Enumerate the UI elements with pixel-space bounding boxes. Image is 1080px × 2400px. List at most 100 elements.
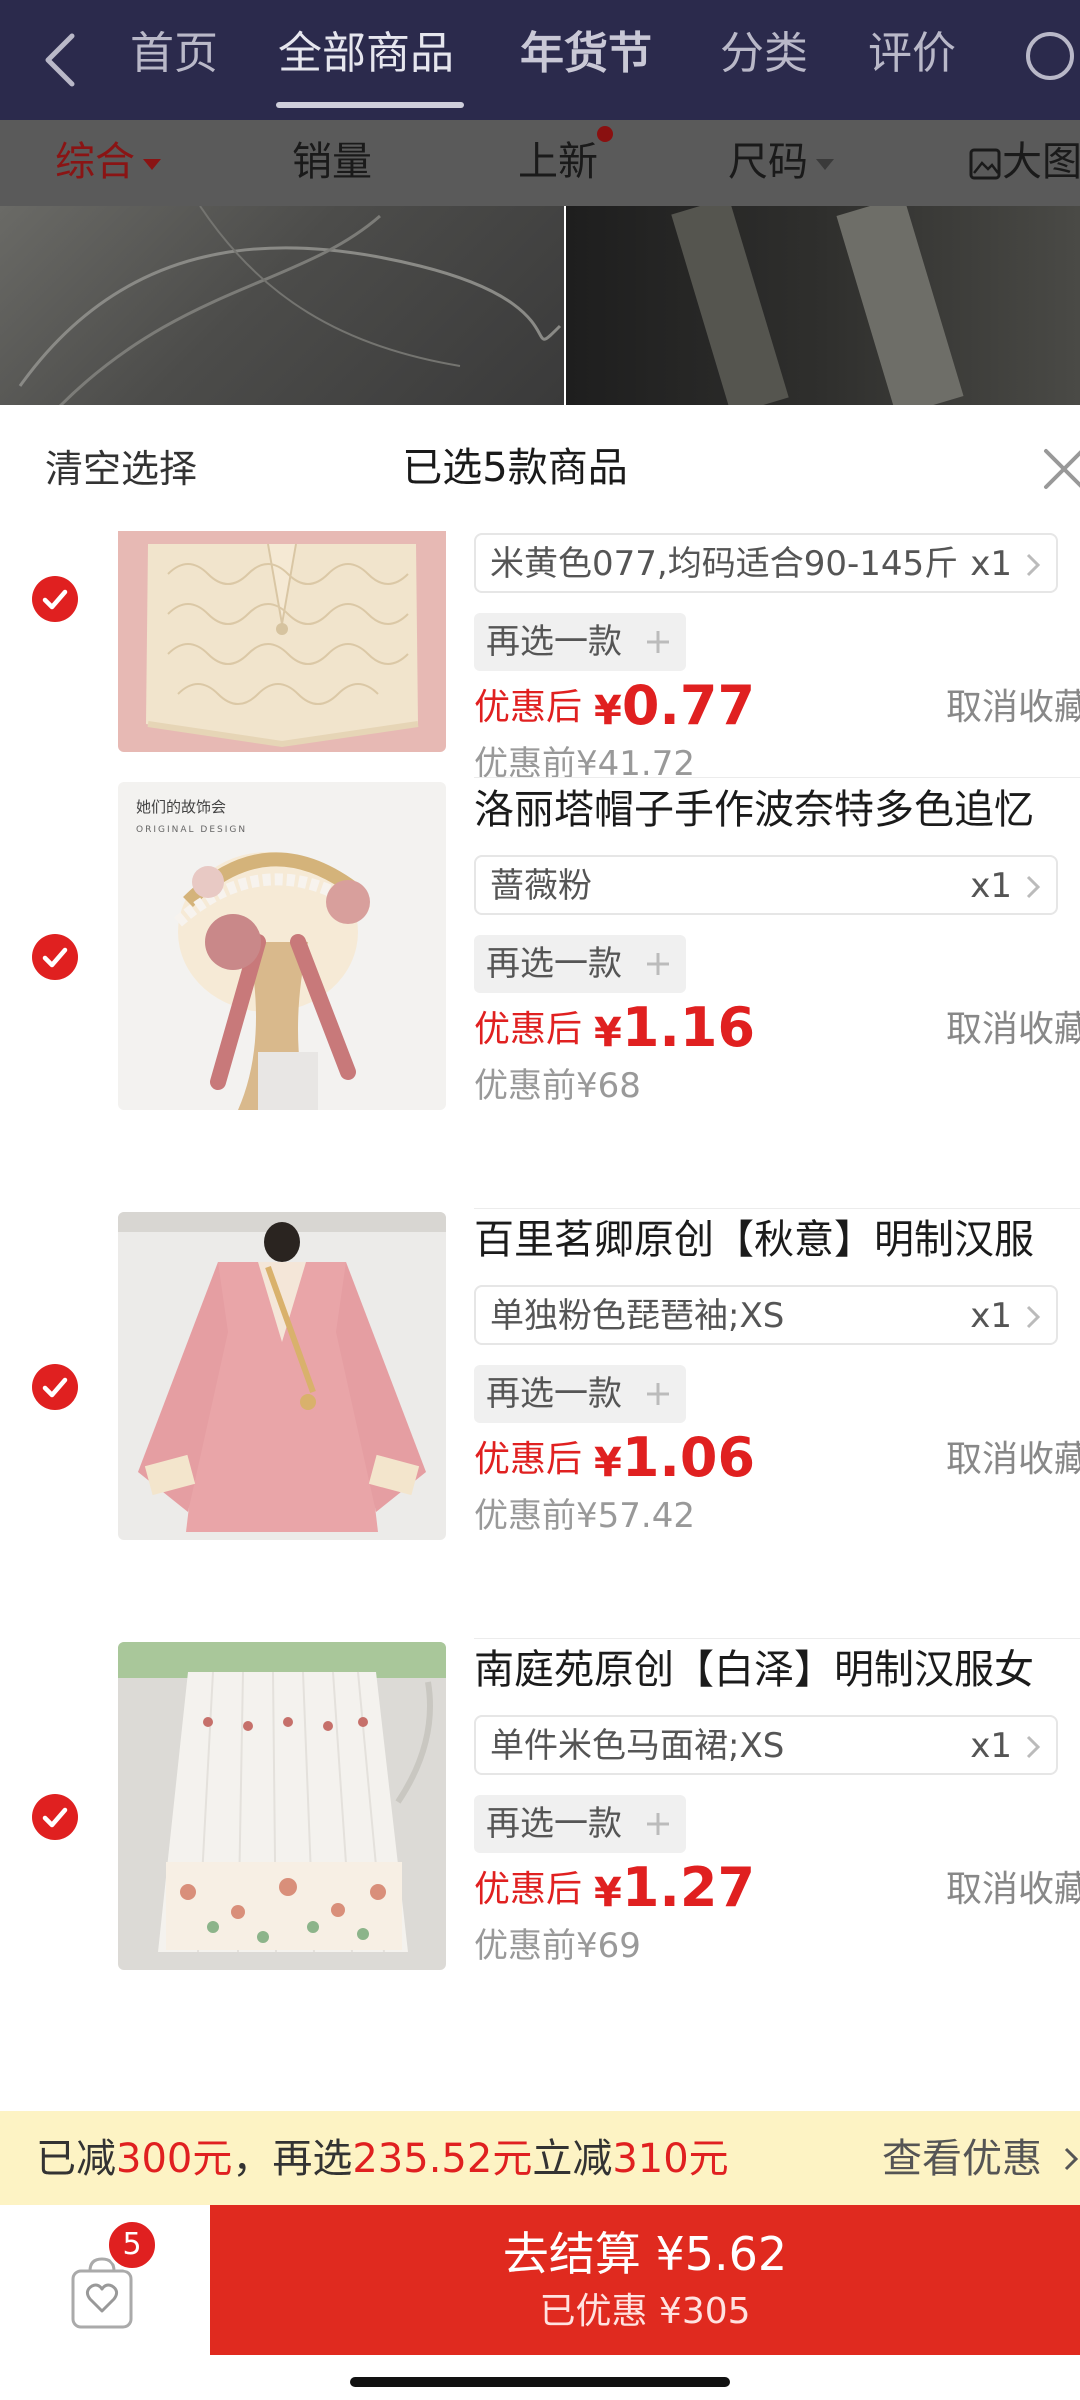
- product-title[interactable]: 南庭苑原创【白泽】明制汉服女: [474, 1642, 1034, 1698]
- cancel-favorite-button[interactable]: 取消收藏: [946, 1005, 1080, 1055]
- chevron-right-icon: [1026, 875, 1041, 899]
- product-thumbnail[interactable]: 她们的故饰会 ORIGINAL DESIGN: [118, 782, 446, 1110]
- reselect-button[interactable]: 再选一款: [474, 1365, 686, 1423]
- checkmark-icon: [42, 947, 68, 968]
- filter-comprehensive[interactable]: 综合: [55, 132, 161, 192]
- sku-text: 单独粉色琵琶袖;XS: [490, 1296, 785, 1336]
- quantity-text: x1: [970, 1726, 1012, 1766]
- discounted-price: ¥0.77: [594, 674, 756, 737]
- sheet-title: 已选5款商品: [402, 445, 628, 491]
- quantity-text: x1: [970, 866, 1012, 906]
- lolita-bonnet-image: 她们的故饰会 ORIGINAL DESIGN: [118, 782, 446, 1110]
- caret-down-icon: [143, 158, 161, 170]
- list-item[interactable]: 米黄色077,均码适合90-145斤 x1 再选一款 优惠后 ¥0.77 取消收…: [0, 531, 1080, 784]
- plus-icon: [647, 1383, 669, 1405]
- checked-checkbox[interactable]: [32, 576, 78, 622]
- thumb-brand-subtext: ORIGINAL DESIGN: [136, 825, 247, 835]
- checkmark-icon: [42, 1807, 68, 1828]
- nav-tab-all-products[interactable]: 全部商品: [278, 24, 454, 84]
- back-arrow-icon[interactable]: [38, 30, 88, 90]
- chevron-right-icon[interactable]: [1062, 2145, 1080, 2173]
- search-icon[interactable]: [1020, 28, 1080, 88]
- checkout-button[interactable]: 去结算 ¥5.62 已优惠 ¥305: [210, 2205, 1080, 2355]
- cancel-favorite-button[interactable]: 取消收藏: [946, 683, 1080, 733]
- reselect-label: 再选一款: [486, 1804, 622, 1844]
- home-indicator: [350, 2377, 730, 2387]
- product-thumbnail[interactable]: [118, 1212, 446, 1540]
- close-icon[interactable]: [1040, 445, 1080, 493]
- list-item[interactable]: 南庭苑原创【白泽】明制汉服女 单件米色马面裙;XS x1 再选一款 优惠后 ¥1…: [0, 1638, 1080, 2068]
- chevron-right-icon: [1026, 1305, 1041, 1329]
- selection-sheet: 清空选择 已选5款商品 米黄色077,均码适合90-145斤 x1 再选一款 优…: [0, 405, 1080, 2400]
- nav-tab-home[interactable]: 首页: [130, 24, 218, 84]
- filter-newest[interactable]: 上新: [518, 132, 598, 192]
- sku-text: 蔷薇粉: [490, 866, 592, 906]
- discounted-price: ¥1.27: [594, 1856, 756, 1919]
- product-thumbnail[interactable]: [118, 1642, 446, 1970]
- checked-checkbox[interactable]: [32, 1794, 78, 1840]
- active-tab-underline: [276, 102, 464, 108]
- sheet-header: 清空选择 已选5款商品: [0, 405, 1080, 531]
- list-item[interactable]: 百里茗卿原创【秋意】明制汉服 单独粉色琵琶袖;XS x1 再选一款 优惠后 ¥1…: [0, 1208, 1080, 1639]
- reselect-label: 再选一款: [486, 622, 622, 662]
- sku-text: 米黄色077,均码适合90-145斤: [490, 544, 959, 584]
- nav-tab-reviews[interactable]: 评价: [868, 24, 956, 84]
- reselect-button[interactable]: 再选一款: [474, 935, 686, 993]
- product-title[interactable]: 洛丽塔帽子手作波奈特多色追忆: [474, 782, 1034, 838]
- chevron-right-icon: [1026, 553, 1041, 577]
- image-view-icon: [969, 148, 1001, 180]
- caret-down-icon: [816, 158, 834, 170]
- original-price: 优惠前¥57.42: [474, 1496, 695, 1536]
- checkmark-icon: [42, 589, 68, 610]
- reselect-label: 再选一款: [486, 944, 622, 984]
- checked-checkbox[interactable]: [32, 934, 78, 980]
- sku-selector[interactable]: 蔷薇粉 x1: [474, 855, 1058, 915]
- reselect-button[interactable]: 再选一款: [474, 1795, 686, 1853]
- discount-promo-bar: 已减300元，再选235.52元立减310元 查看优惠: [0, 2111, 1080, 2205]
- thumb-brand-text: 她们的故饰会: [136, 798, 226, 816]
- product-title[interactable]: 百里茗卿原创【秋意】明制汉服: [474, 1212, 1034, 1268]
- chevron-right-icon: [1026, 1735, 1041, 1759]
- filter-sales[interactable]: 销量: [292, 132, 372, 192]
- checkout-total: 去结算 ¥5.62: [502, 2227, 788, 2281]
- selected-items-list: 米黄色077,均码适合90-145斤 x1 再选一款 优惠后 ¥0.77 取消收…: [0, 531, 1080, 2111]
- quantity-text: x1: [970, 1296, 1012, 1336]
- filter-bar: 综合 销量 上新 尺码 大图: [0, 120, 1080, 206]
- quantity-text: x1: [970, 544, 1012, 584]
- discounted-price-label: 优惠后: [474, 1009, 583, 1050]
- original-price: 优惠前¥68: [474, 1066, 641, 1106]
- nav-tab-new-year-festival[interactable]: 年货节: [520, 24, 652, 84]
- discounted-price-label: 优惠后: [474, 1869, 583, 1910]
- store-nav-bar: 首页 全部商品 年货节 分类 评价: [0, 0, 1080, 120]
- filter-large-image[interactable]: 大图: [968, 132, 1080, 192]
- discounted-price: ¥1.16: [594, 996, 756, 1059]
- checkout-discount: 已优惠 ¥305: [539, 2291, 751, 2332]
- view-discount-link[interactable]: 查看优惠: [882, 2131, 1042, 2187]
- reselect-label: 再选一款: [486, 1374, 622, 1414]
- new-indicator-dot: [597, 126, 613, 142]
- list-item[interactable]: 她们的故饰会 ORIGINAL DESIGN 洛丽塔帽子手作波奈特多色追忆 蔷薇…: [0, 778, 1080, 1209]
- cancel-favorite-button[interactable]: 取消收藏: [946, 1435, 1080, 1485]
- sku-selector[interactable]: 米黄色077,均码适合90-145斤 x1: [474, 533, 1058, 593]
- sku-selector[interactable]: 单独粉色琵琶袖;XS x1: [474, 1285, 1058, 1345]
- plus-icon: [647, 631, 669, 653]
- pink-hanfu-jacket-image: [118, 1212, 446, 1540]
- discounted-price: ¥1.06: [594, 1426, 756, 1489]
- cancel-favorite-button[interactable]: 取消收藏: [946, 1865, 1080, 1915]
- lace-shawl-image: [118, 531, 446, 752]
- background-page: 首页 全部商品 年货节 分类 评价 综合 销量 上新 尺码 大图: [0, 0, 1080, 405]
- discounted-price-label: 优惠后: [474, 1439, 583, 1480]
- sku-selector[interactable]: 单件米色马面裙;XS x1: [474, 1715, 1058, 1775]
- reselect-button[interactable]: 再选一款: [474, 613, 686, 671]
- checked-checkbox[interactable]: [32, 1364, 78, 1410]
- plus-icon: [647, 1813, 669, 1835]
- filter-size[interactable]: 尺码: [728, 132, 834, 192]
- nav-tab-categories[interactable]: 分类: [720, 24, 808, 84]
- banner-decoration: [18, 206, 964, 405]
- product-thumbnail[interactable]: [118, 531, 446, 752]
- plus-icon: [647, 953, 669, 975]
- horse-face-skirt-image: [118, 1642, 446, 1970]
- original-price: 优惠前¥69: [474, 1926, 641, 1966]
- selected-count-badge: 5: [106, 2219, 158, 2271]
- promo-text: 已减300元，再选235.52元立减310元: [36, 2136, 729, 2182]
